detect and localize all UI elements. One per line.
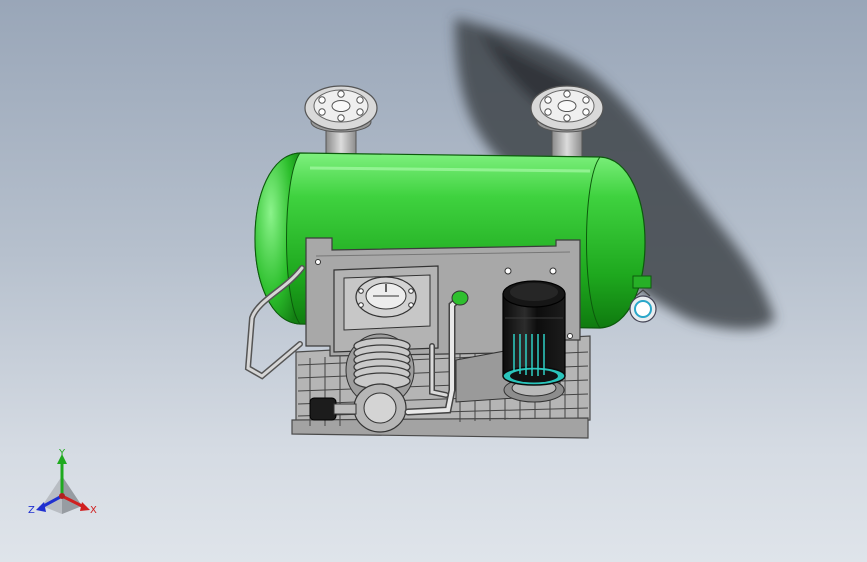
electric-motor: [502, 280, 566, 386]
z-axis-label: Z: [28, 505, 35, 516]
model-3d-view[interactable]: [0, 0, 867, 562]
axis-triad: Y X Z: [22, 448, 112, 528]
left-vent-flange: [304, 85, 378, 161]
graphics-viewport[interactable]: Y X Z: [0, 0, 867, 562]
x-axis-label: X: [90, 505, 97, 516]
y-axis-label: Y: [59, 448, 66, 459]
triad-graphic: [36, 454, 90, 514]
compressor-cylinder: [345, 333, 415, 433]
